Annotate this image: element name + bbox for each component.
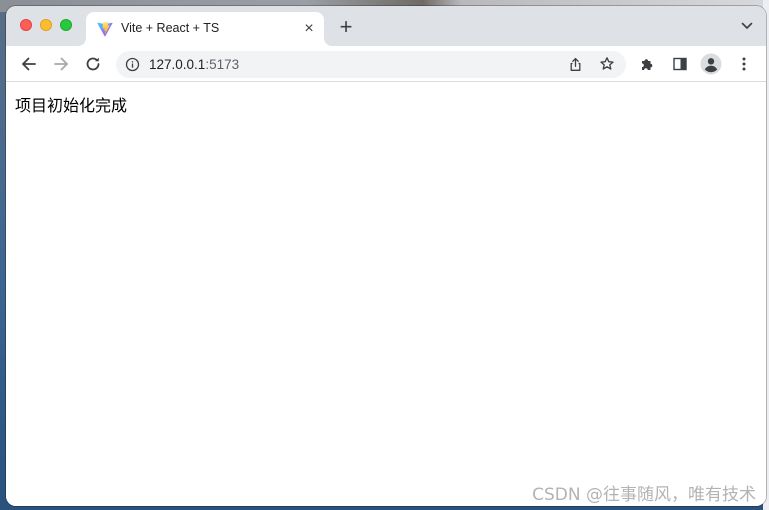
url-host: 127.0.0.1 [149,57,206,72]
kebab-menu-icon[interactable] [736,56,752,72]
watermark: CSDN @往事随风，唯有技术 [532,485,756,505]
tab-close-button[interactable]: × [300,20,318,38]
reload-icon[interactable] [83,54,103,74]
address-bar[interactable]: 127.0.0.1:5173 [116,51,626,78]
tab-active[interactable]: Vite + React + TS × [86,12,324,46]
url-text[interactable]: 127.0.0.1:5173 [149,57,239,72]
window-maximize-button[interactable] [60,19,72,31]
vite-logo-icon [97,21,113,37]
puzzle-icon[interactable] [639,56,655,72]
page-content: 项目初始化完成 [6,83,766,506]
side-panel-icon[interactable] [672,56,688,72]
tab-title: Vite + React + TS [121,21,220,35]
arrow-left-icon[interactable] [19,54,39,74]
new-tab-button[interactable]: + [336,16,356,38]
url-port: :5173 [205,57,240,72]
window-minimize-button[interactable] [40,19,52,31]
browser-toolbar: 127.0.0.1:5173 [6,46,766,82]
avatar-icon[interactable] [700,53,722,75]
star-icon[interactable] [599,56,615,72]
page-body-text: 项目初始化完成 [15,96,128,115]
arrow-right-icon[interactable] [51,54,71,74]
window-close-button[interactable] [20,19,32,31]
browser-window: Vite + React + TS × + 127.0.0.1:5173 项目初… [6,6,766,506]
chevron-down-icon[interactable] [740,19,754,33]
tab-strip: Vite + React + TS × + [6,6,766,46]
info-icon[interactable] [125,57,140,72]
share-icon[interactable] [568,57,583,72]
